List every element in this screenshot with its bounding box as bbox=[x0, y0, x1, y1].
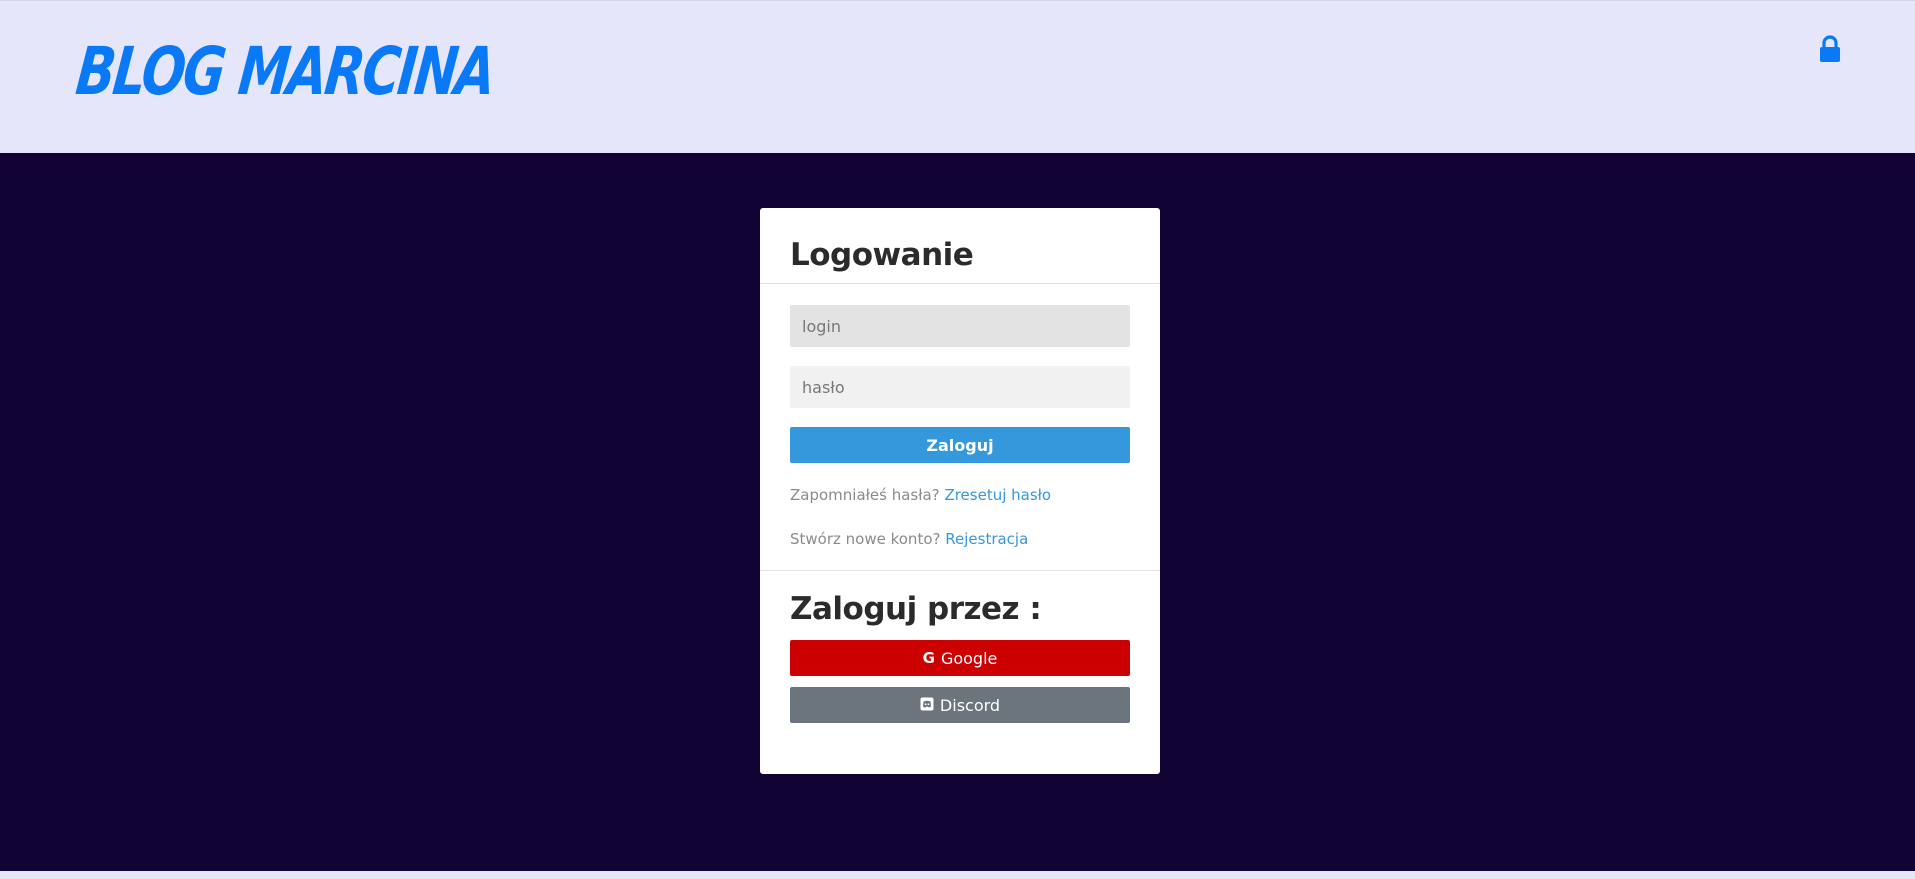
forgot-password-line: Zapomniałeś hasła? Zresetuj hasło bbox=[790, 486, 1051, 504]
forgot-password-prompt: Zapomniałeś hasła? bbox=[790, 486, 940, 504]
discord-login-button[interactable]: Discord bbox=[790, 687, 1130, 723]
oauth-title: Zaloguj przez : bbox=[790, 591, 1042, 627]
site-logo[interactable]: BLOG MARCINA bbox=[73, 33, 498, 110]
login-input[interactable] bbox=[790, 305, 1130, 347]
reset-password-link[interactable]: Zresetuj hasło bbox=[944, 486, 1051, 504]
password-input[interactable] bbox=[790, 366, 1130, 408]
login-title: Logowanie bbox=[790, 237, 974, 273]
divider bbox=[760, 570, 1160, 571]
register-line: Stwórz nowe konto? Rejestracja bbox=[790, 530, 1028, 548]
register-link[interactable]: Rejestracja bbox=[945, 530, 1028, 548]
lock-icon[interactable] bbox=[1819, 35, 1841, 63]
google-icon: G bbox=[922, 649, 935, 667]
discord-icon bbox=[920, 696, 934, 715]
login-card: Logowanie Zaloguj Zapomniałeś hasła? Zre… bbox=[760, 208, 1160, 774]
login-button[interactable]: Zaloguj bbox=[790, 427, 1130, 463]
divider bbox=[760, 283, 1160, 284]
register-prompt: Stwórz nowe konto? bbox=[790, 530, 941, 548]
footer-strip bbox=[0, 871, 1915, 879]
google-login-button[interactable]: G Google bbox=[790, 640, 1130, 676]
top-header: BLOG MARCINA bbox=[0, 0, 1915, 153]
discord-button-label: Discord bbox=[939, 695, 1001, 715]
google-button-label: Google bbox=[940, 648, 998, 668]
